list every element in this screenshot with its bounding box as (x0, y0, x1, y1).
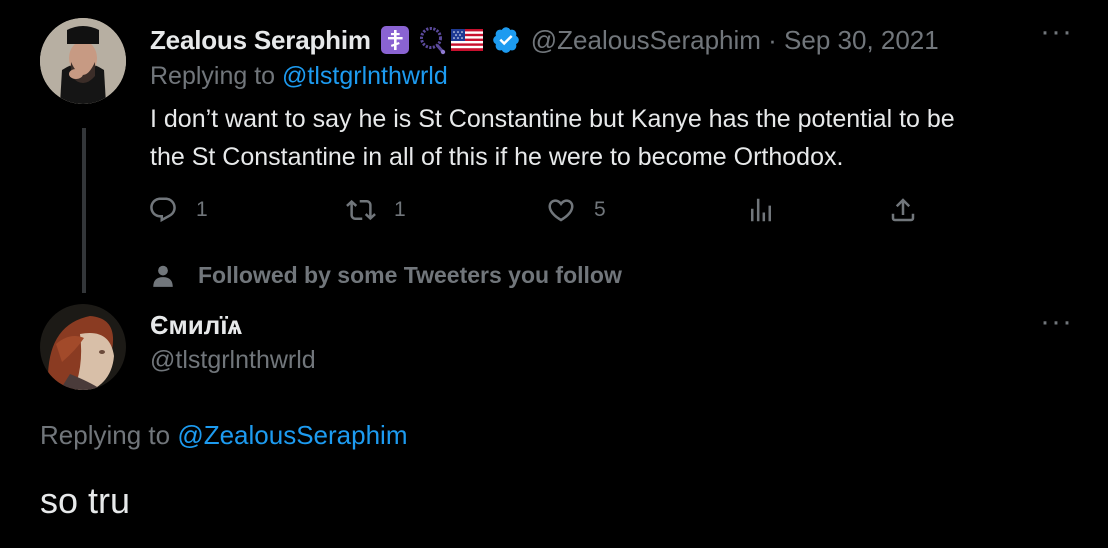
us-flag-icon (450, 29, 483, 51)
followed-by-text: Followed by some Tweeters you follow (198, 262, 622, 288)
more-options-icon[interactable]: ··· (1040, 17, 1073, 47)
views-icon (751, 198, 771, 222)
avatar-image (40, 18, 126, 104)
avatar[interactable] (40, 18, 126, 104)
handle[interactable]: @tlstgrlnthwrld (150, 346, 316, 375)
replying-to: Replying to @ZealousSeraphim (40, 420, 407, 451)
prayer-rope-icon (417, 25, 447, 55)
display-name[interactable]: Ємилїѧ (150, 310, 242, 341)
tweet-text-line: the St Constantine in all of this if he … (150, 143, 844, 171)
avatar[interactable] (40, 304, 126, 390)
replying-prefix: Replying to (40, 420, 178, 450)
handle-and-date[interactable]: @ZealousSeraphim · Sep 30, 2021 (531, 25, 939, 56)
display-name[interactable]: Zealous Seraphim (150, 25, 371, 56)
person-icon (153, 265, 173, 287)
like-count: 5 (594, 198, 606, 221)
tweet-text: so tru (40, 480, 131, 521)
like-button[interactable]: 5 (546, 195, 606, 225)
views-button[interactable] (746, 195, 776, 225)
thread-line (82, 128, 86, 293)
retweet-count: 1 (394, 198, 406, 221)
tweet-text: I don’t want to say he is St Constantine… (150, 100, 1090, 176)
orthodox-cross-badge-icon (380, 26, 409, 54)
more-options-icon[interactable]: ··· (1040, 307, 1073, 337)
reply-count: 1 (196, 198, 208, 221)
retweet-button[interactable]: 1 (346, 195, 406, 225)
replying-handle-link[interactable]: @ZealousSeraphim (177, 420, 407, 450)
replying-to: Replying to @tlstgrlnthwrld (150, 62, 448, 91)
tweet-text-line: I don’t want to say he is St Constantine… (150, 105, 955, 133)
reply-icon (150, 197, 176, 223)
tweet-header: Zealous Seraphim @ZealousSeraphim · Sep … (150, 20, 939, 60)
share-button[interactable] (888, 195, 918, 225)
verified-badge-icon (491, 25, 521, 55)
tweet-actions: 1 1 5 (148, 195, 948, 235)
retweet-icon (346, 199, 376, 221)
share-icon (891, 198, 915, 222)
social-context: Followed by some Tweeters you follow (150, 262, 622, 289)
avatar-image (40, 304, 126, 390)
reply-button[interactable]: 1 (148, 195, 208, 225)
replying-handle-link[interactable]: @tlstgrlnthwrld (282, 62, 448, 90)
replying-prefix: Replying to (150, 62, 283, 90)
like-icon (548, 199, 574, 222)
